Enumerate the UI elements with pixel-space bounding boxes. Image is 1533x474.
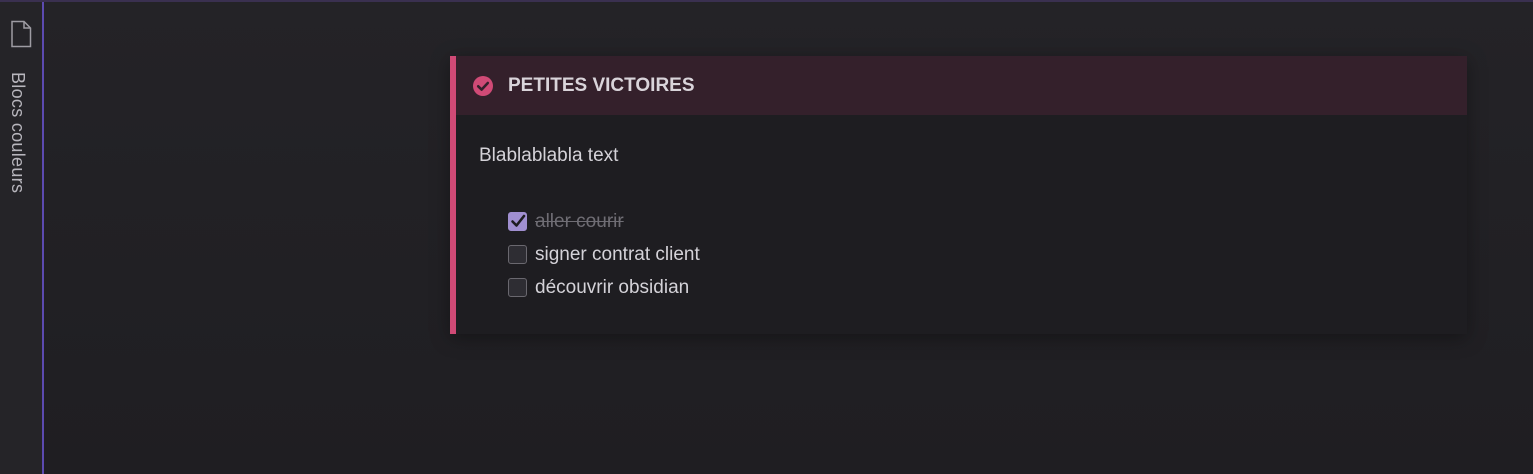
file-icon[interactable] — [10, 20, 32, 48]
task-list: aller courir signer contrat client décou… — [479, 205, 1467, 304]
left-sidebar: Blocs couleurs — [0, 2, 44, 474]
callout-title: PETITES VICTOIRES — [508, 74, 695, 96]
callout-body: Blablablabla text aller courir signer co… — [456, 115, 1467, 304]
task-item: découvrir obsidian — [508, 271, 1467, 304]
task-checkbox[interactable] — [508, 278, 527, 297]
callout-body-text: Blablablabla text — [479, 145, 619, 166]
task-checkbox-checked[interactable] — [508, 212, 527, 231]
sidebar-tab-label[interactable]: Blocs couleurs — [7, 72, 28, 193]
task-label: signer contrat client — [535, 243, 700, 265]
task-label: découvrir obsidian — [535, 276, 690, 298]
task-item: aller courir — [508, 205, 1467, 238]
task-label: aller courir — [535, 210, 624, 232]
callout-block: PETITES VICTOIRES Blablablabla text alle… — [450, 56, 1467, 334]
check-circle-icon — [472, 75, 494, 97]
task-checkbox[interactable] — [508, 245, 527, 264]
task-item: signer contrat client — [508, 238, 1467, 271]
callout-header[interactable]: PETITES VICTOIRES — [456, 56, 1467, 115]
